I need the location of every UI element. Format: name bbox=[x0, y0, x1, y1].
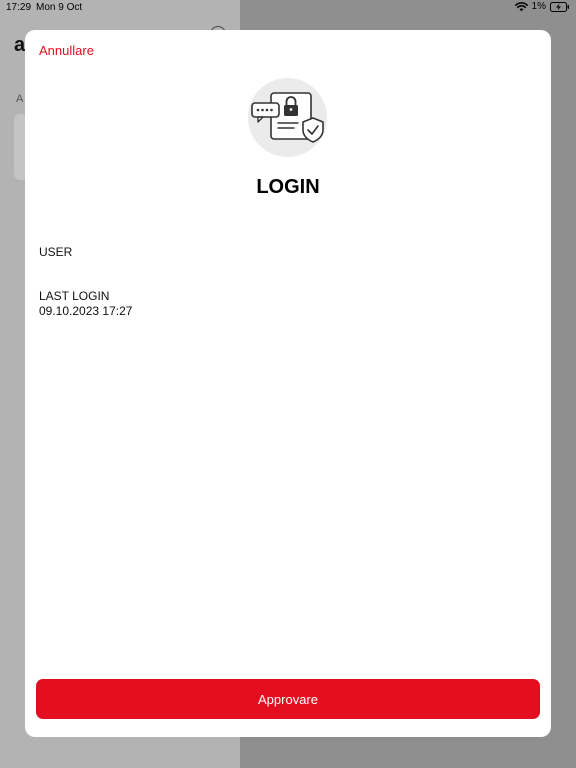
status-date: Mon 9 Oct bbox=[36, 2, 83, 13]
status-time: 17:29 bbox=[6, 2, 32, 13]
user-label: USER bbox=[39, 245, 73, 259]
status-indicators: 1% bbox=[514, 1, 570, 12]
last-login-value: 09.10.2023 17:27 bbox=[39, 304, 133, 318]
screen: a A 17:29 Mon 9 Oct 1% Annullare LOGIN U… bbox=[0, 0, 576, 768]
cancel-button[interactable]: Annullare bbox=[39, 43, 94, 58]
background-section-label: A bbox=[16, 93, 24, 105]
wifi-icon bbox=[514, 1, 528, 12]
page-title: LOGIN bbox=[256, 176, 320, 198]
battery-percentage: 1% bbox=[531, 1, 546, 12]
last-login-label: LAST LOGIN bbox=[39, 289, 110, 303]
status-bar: 17:29 Mon 9 Oct 1% bbox=[0, 0, 576, 16]
battery-charging-icon bbox=[550, 1, 570, 12]
login-security-icon bbox=[248, 78, 327, 157]
approve-button[interactable]: Approvare bbox=[36, 679, 540, 719]
login-approval-sheet: Annullare LOGIN USER LAST LOGIN 09.10.20… bbox=[25, 30, 551, 737]
background-app-title: a bbox=[14, 34, 26, 56]
